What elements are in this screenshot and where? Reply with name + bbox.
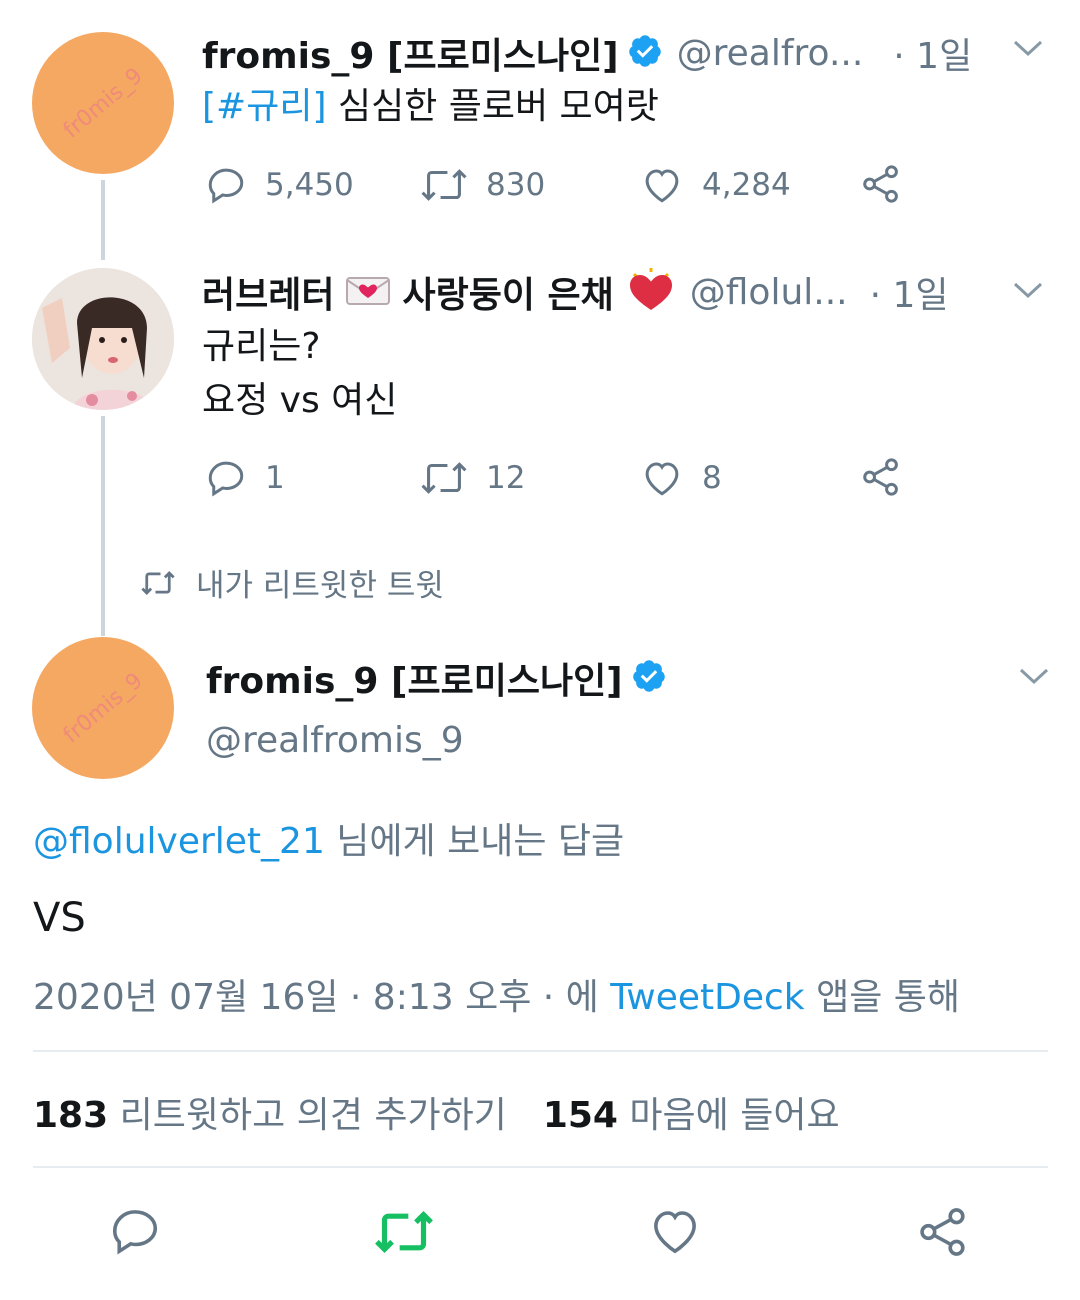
retweet-button[interactable] [372,1206,436,1262]
tweet-date-line: 2020년 07월 16일 · 8:13 오후 · 에 TweetDeck 앱을… [33,968,960,1020]
main-tweet-text: VS [33,895,86,941]
like-count: 8 [702,460,722,496]
reply-button[interactable]: 5,450 [205,164,354,206]
reply-to-suffix: 님에게 보내는 답글 [324,821,625,862]
chevron-down-icon[interactable] [1012,280,1044,306]
share-button[interactable] [860,162,902,206]
retweet-context-label: 내가 리트윗한 트윗 [196,568,444,604]
hashtag-link[interactable]: [#규리] [202,86,327,127]
retweet-count: 830 [486,167,546,203]
tweet-date: 2020년 07월 16일 · 8:13 오후 · 에 [33,977,611,1018]
envelope-heart-emoji [344,272,392,312]
divider [33,1166,1048,1168]
like-stat[interactable]: 154 마음에 들어요 [543,1086,840,1138]
user-handle[interactable]: @flolul... [690,272,848,313]
tweet-text: [#규리] 심심한 플로버 모여랏 [202,80,659,134]
tweet-stats: 183 리트윗하고 의견 추가하기 154 마음에 들어요 [33,1086,840,1138]
display-name-part2[interactable]: 사랑둥이 은채 [402,266,613,318]
heart-emoji [626,266,676,318]
reply-icon [208,168,244,204]
like-stat-label: 마음에 들어요 [617,1095,840,1136]
retweet-stat-count: 183 [33,1095,109,1136]
retweet-count: 12 [486,460,526,496]
like-stat-count: 154 [542,1095,618,1136]
user-handle[interactable]: @realfro... [677,33,864,74]
retweet-icon [421,462,467,494]
retweet-stat-label: 리트윗하고 의견 추가하기 [108,1095,507,1136]
share-button[interactable] [916,1204,970,1264]
source-app-link[interactable]: TweetDeck [610,977,804,1018]
retweet-icon [375,1210,433,1254]
source-app-suffix: 앱을 통해 [804,977,961,1018]
reply-button[interactable] [108,1204,162,1262]
tweet-text-line: 규리는? [202,326,321,367]
chevron-down-icon[interactable] [1012,38,1044,64]
retweet-stat[interactable]: 183 리트윗하고 의견 추가하기 [33,1086,507,1138]
reply-count: 1 [265,460,285,496]
timestamp[interactable]: · 1일 [870,266,949,318]
display-name-part1[interactable]: 러브레터 [202,266,334,318]
like-icon [645,462,679,496]
tweet-text-body: 심심한 플로버 모여랏 [326,86,659,127]
like-button[interactable] [647,1204,703,1262]
verified-icon [631,658,667,698]
retweet-context: 내가 리트윗한 트윗 [140,560,444,605]
tweet-text: 규리는? 요정 vs 여신 [202,320,397,428]
tweet-header: fromis_9 [프로미스나인] @realfro... · 1일 [202,28,972,78]
timestamp[interactable]: · 1일 [893,27,972,79]
avatar-label: fr0mis_9 [59,63,148,143]
like-button[interactable]: 8 [640,457,722,499]
verified-icon [627,33,663,73]
share-icon [920,1208,965,1256]
user-handle[interactable]: @realfromis_9 [206,720,464,761]
reply-button[interactable]: 1 [205,457,285,499]
main-author: fromis_9 [프로미스나인] [206,652,667,704]
retweet-button[interactable]: 12 [420,457,525,499]
divider [33,1050,1048,1052]
display-name[interactable]: fromis_9 [프로미스나인] [206,652,623,704]
share-button[interactable] [860,455,902,499]
reply-count: 5,450 [265,167,354,203]
retweet-icon [141,570,175,595]
like-count: 4,284 [702,167,791,203]
chevron-down-icon[interactable] [1018,666,1050,692]
like-icon [654,1211,696,1254]
thread-line [101,180,105,260]
tweet-header: 러브레터 사랑둥이 은채 @flolul... · 1일 [202,266,949,318]
like-button[interactable]: 4,284 [640,164,791,206]
reply-to-handle[interactable]: @flolulverlet_21 [33,821,325,862]
tweet-text-line: 요정 vs 여신 [202,380,398,421]
display-name[interactable]: fromis_9 [프로미스나인] [202,27,619,79]
retweet-button[interactable]: 830 [420,164,545,206]
reply-icon [208,461,244,497]
avatar-label: fr0mis_9 [59,668,148,748]
avatar[interactable]: fr0mis_9 [32,32,174,174]
like-icon [645,169,679,203]
avatar[interactable]: fr0mis_9 [32,637,174,779]
reply-icon [112,1210,158,1255]
thread-line [101,416,105,636]
avatar[interactable] [32,268,174,410]
share-icon [863,458,898,496]
share-icon [863,165,898,203]
retweet-icon [421,169,467,201]
reply-to-line: @flolulverlet_21 님에게 보내는 답글 [33,812,624,864]
